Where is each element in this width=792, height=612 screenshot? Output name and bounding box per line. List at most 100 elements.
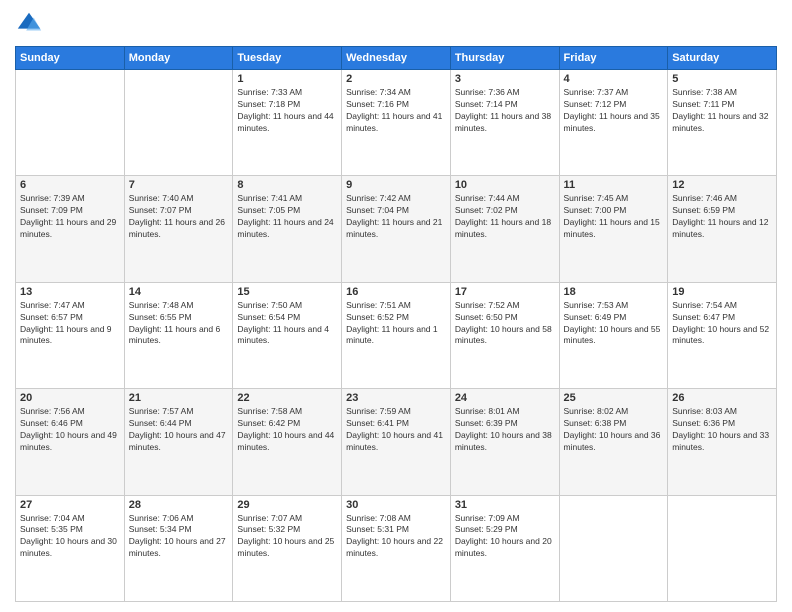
calendar-week-3: 13 Sunrise: 7:47 AMSunset: 6:57 PMDayligh…	[16, 282, 777, 388]
day-info: Sunrise: 7:33 AMSunset: 7:18 PMDaylight:…	[237, 87, 337, 135]
day-info: Sunrise: 7:50 AMSunset: 6:54 PMDaylight:…	[237, 300, 337, 348]
weekday-header-monday: Monday	[124, 47, 233, 70]
day-info: Sunrise: 7:44 AMSunset: 7:02 PMDaylight:…	[455, 193, 555, 241]
weekday-header-sunday: Sunday	[16, 47, 125, 70]
calendar-cell: 13 Sunrise: 7:47 AMSunset: 6:57 PMDayligh…	[16, 282, 125, 388]
calendar-cell	[16, 70, 125, 176]
calendar-cell: 23 Sunrise: 7:59 AMSunset: 6:41 PMDayligh…	[342, 389, 451, 495]
calendar-cell: 20 Sunrise: 7:56 AMSunset: 6:46 PMDayligh…	[16, 389, 125, 495]
day-number: 12	[672, 179, 772, 191]
day-info: Sunrise: 7:51 AMSunset: 6:52 PMDaylight:…	[346, 300, 446, 348]
day-number: 17	[455, 286, 555, 298]
calendar-cell: 9 Sunrise: 7:42 AMSunset: 7:04 PMDaylight…	[342, 176, 451, 282]
calendar-cell: 21 Sunrise: 7:57 AMSunset: 6:44 PMDayligh…	[124, 389, 233, 495]
weekday-header-saturday: Saturday	[668, 47, 777, 70]
day-number: 26	[672, 392, 772, 404]
calendar-cell: 24 Sunrise: 8:01 AMSunset: 6:39 PMDayligh…	[450, 389, 559, 495]
day-info: Sunrise: 7:59 AMSunset: 6:41 PMDaylight:…	[346, 406, 446, 454]
day-number: 14	[129, 286, 229, 298]
calendar-cell: 27 Sunrise: 7:04 AMSunset: 5:35 PMDayligh…	[16, 495, 125, 601]
calendar-cell: 26 Sunrise: 8:03 AMSunset: 6:36 PMDayligh…	[668, 389, 777, 495]
calendar-cell	[668, 495, 777, 601]
weekday-header-tuesday: Tuesday	[233, 47, 342, 70]
calendar-table: SundayMondayTuesdayWednesdayThursdayFrid…	[15, 46, 777, 602]
day-number: 31	[455, 499, 555, 511]
calendar-cell: 7Sunrise: 7:40 AMSunset: 7:07 PMDaylight…	[124, 176, 233, 282]
day-number: 20	[20, 392, 120, 404]
logo	[15, 10, 47, 38]
calendar-cell: 10Sunrise: 7:44 AMSunset: 7:02 PMDayligh…	[450, 176, 559, 282]
weekday-header-thursday: Thursday	[450, 47, 559, 70]
day-number: 8	[237, 179, 337, 191]
calendar-cell: 14 Sunrise: 7:48 AMSunset: 6:55 PMDayligh…	[124, 282, 233, 388]
calendar-cell: 5 Sunrise: 7:38 AMSunset: 7:11 PMDaylight…	[668, 70, 777, 176]
day-info: Sunrise: 7:53 AMSunset: 6:49 PMDaylight:…	[564, 300, 664, 348]
day-info: Sunrise: 7:06 AMSunset: 5:34 PMDaylight:…	[129, 513, 229, 561]
day-info: Sunrise: 7:57 AMSunset: 6:44 PMDaylight:…	[129, 406, 229, 454]
day-info: Sunrise: 8:03 AMSunset: 6:36 PMDaylight:…	[672, 406, 772, 454]
day-info: Sunrise: 7:45 AMSunset: 7:00 PMDaylight:…	[564, 193, 664, 241]
day-number: 6	[20, 179, 120, 191]
calendar-cell: 15 Sunrise: 7:50 AMSunset: 6:54 PMDayligh…	[233, 282, 342, 388]
day-info: Sunrise: 7:41 AMSunset: 7:05 PMDaylight:…	[237, 193, 337, 241]
calendar-cell	[559, 495, 668, 601]
calendar-cell: 31 Sunrise: 7:09 AMSunset: 5:29 PMDayligh…	[450, 495, 559, 601]
calendar-cell: 4Sunrise: 7:37 AMSunset: 7:12 PMDaylight…	[559, 70, 668, 176]
day-info: Sunrise: 7:46 AMSunset: 6:59 PMDaylight:…	[672, 193, 772, 241]
day-number: 13	[20, 286, 120, 298]
day-number: 2	[346, 73, 446, 85]
day-info: Sunrise: 7:48 AMSunset: 6:55 PMDaylight:…	[129, 300, 229, 348]
calendar-cell: 16Sunrise: 7:51 AMSunset: 6:52 PMDayligh…	[342, 282, 451, 388]
logo-icon	[15, 10, 43, 38]
calendar-cell: 11 Sunrise: 7:45 AMSunset: 7:00 PMDayligh…	[559, 176, 668, 282]
calendar-cell: 25 Sunrise: 8:02 AMSunset: 6:38 PMDayligh…	[559, 389, 668, 495]
calendar-cell: 2Sunrise: 7:34 AMSunset: 7:16 PMDaylight…	[342, 70, 451, 176]
calendar-cell: 30 Sunrise: 7:08 AMSunset: 5:31 PMDayligh…	[342, 495, 451, 601]
day-info: Sunrise: 7:07 AMSunset: 5:32 PMDaylight:…	[237, 513, 337, 561]
calendar-cell: 29Sunrise: 7:07 AMSunset: 5:32 PMDayligh…	[233, 495, 342, 601]
day-number: 11	[564, 179, 664, 191]
day-info: Sunrise: 7:40 AMSunset: 7:07 PMDaylight:…	[129, 193, 229, 241]
day-info: Sunrise: 7:08 AMSunset: 5:31 PMDaylight:…	[346, 513, 446, 561]
calendar-cell	[124, 70, 233, 176]
day-number: 21	[129, 392, 229, 404]
day-number: 4	[564, 73, 664, 85]
calendar-week-2: 6Sunrise: 7:39 AMSunset: 7:09 PMDaylight…	[16, 176, 777, 282]
day-info: Sunrise: 7:47 AMSunset: 6:57 PMDaylight:…	[20, 300, 120, 348]
day-number: 28	[129, 499, 229, 511]
calendar-cell: 12 Sunrise: 7:46 AMSunset: 6:59 PMDayligh…	[668, 176, 777, 282]
day-number: 19	[672, 286, 772, 298]
day-number: 15	[237, 286, 337, 298]
day-number: 18	[564, 286, 664, 298]
day-number: 22	[237, 392, 337, 404]
day-info: Sunrise: 7:58 AMSunset: 6:42 PMDaylight:…	[237, 406, 337, 454]
day-info: Sunrise: 7:52 AMSunset: 6:50 PMDaylight:…	[455, 300, 555, 348]
weekday-header-wednesday: Wednesday	[342, 47, 451, 70]
day-number: 24	[455, 392, 555, 404]
day-number: 30	[346, 499, 446, 511]
calendar-week-4: 20 Sunrise: 7:56 AMSunset: 6:46 PMDayligh…	[16, 389, 777, 495]
day-number: 1	[237, 73, 337, 85]
calendar-cell: 18 Sunrise: 7:53 AMSunset: 6:49 PMDayligh…	[559, 282, 668, 388]
day-info: Sunrise: 7:56 AMSunset: 6:46 PMDaylight:…	[20, 406, 120, 454]
day-info: Sunrise: 8:01 AMSunset: 6:39 PMDaylight:…	[455, 406, 555, 454]
calendar-cell: 6Sunrise: 7:39 AMSunset: 7:09 PMDaylight…	[16, 176, 125, 282]
calendar-cell: 19 Sunrise: 7:54 AMSunset: 6:47 PMDayligh…	[668, 282, 777, 388]
day-number: 25	[564, 392, 664, 404]
calendar-week-1: 1 Sunrise: 7:33 AMSunset: 7:18 PMDaylight…	[16, 70, 777, 176]
calendar-cell: 17 Sunrise: 7:52 AMSunset: 6:50 PMDayligh…	[450, 282, 559, 388]
day-info: Sunrise: 7:54 AMSunset: 6:47 PMDaylight:…	[672, 300, 772, 348]
calendar-header: SundayMondayTuesdayWednesdayThursdayFrid…	[16, 47, 777, 70]
day-number: 5	[672, 73, 772, 85]
day-number: 23	[346, 392, 446, 404]
day-info: Sunrise: 8:02 AMSunset: 6:38 PMDaylight:…	[564, 406, 664, 454]
day-number: 27	[20, 499, 120, 511]
calendar-cell: 8 Sunrise: 7:41 AMSunset: 7:05 PMDaylight…	[233, 176, 342, 282]
day-info: Sunrise: 7:04 AMSunset: 5:35 PMDaylight:…	[20, 513, 120, 561]
page: SundayMondayTuesdayWednesdayThursdayFrid…	[0, 0, 792, 612]
day-number: 9	[346, 179, 446, 191]
day-info: Sunrise: 7:42 AMSunset: 7:04 PMDaylight:…	[346, 193, 446, 241]
day-info: Sunrise: 7:09 AMSunset: 5:29 PMDaylight:…	[455, 513, 555, 561]
day-info: Sunrise: 7:38 AMSunset: 7:11 PMDaylight:…	[672, 87, 772, 135]
weekday-header-friday: Friday	[559, 47, 668, 70]
